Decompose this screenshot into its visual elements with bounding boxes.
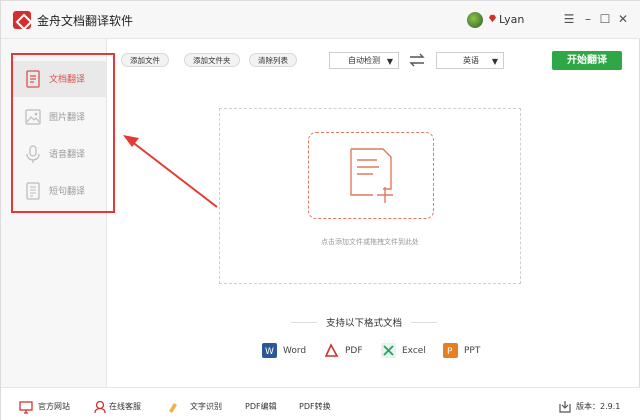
close-icon[interactable]: ✕	[615, 11, 631, 27]
monitor-icon	[19, 399, 33, 414]
microphone-icon	[23, 144, 43, 164]
text-icon	[23, 181, 43, 201]
version-label: 版本：2.9.1	[576, 402, 621, 411]
online-support-label: 在线客服	[109, 402, 141, 411]
sidebar-item-sentence-translate[interactable]: 短句翻译	[13, 173, 107, 209]
drop-hint: 点击添加文件或拖拽文件到此处	[321, 238, 419, 246]
excel-icon	[381, 343, 396, 358]
avatar[interactable]	[467, 12, 483, 28]
sidebar-item-label: 短句翻译	[49, 187, 86, 197]
user-name[interactable]: Lyan	[499, 13, 524, 26]
app-window: 金舟文档翻译软件 Lyan ☰ – ☐ ✕ 文档翻译 图片翻译 语音翻译 短句翻…	[0, 0, 640, 420]
sidebar-item-label: 语音翻译	[49, 150, 86, 160]
file-drop-area[interactable]: 点击添加文件或拖拽文件到此处	[219, 108, 521, 284]
swap-languages-icon[interactable]	[408, 52, 426, 68]
title-bar: 金舟文档翻译软件 Lyan ☰ – ☐ ✕	[1, 1, 640, 39]
format-label: PDF	[345, 346, 363, 356]
sidebar-item-label: 文档翻译	[49, 75, 86, 85]
maximize-icon[interactable]: ☐	[597, 11, 613, 27]
source-language-value: 自动检测	[348, 56, 380, 65]
word-icon: W	[262, 343, 277, 358]
app-logo-icon	[13, 11, 31, 29]
source-language-select[interactable]: 自动检测 ▼	[329, 52, 399, 69]
add-folder-button[interactable]: 添加文件夹	[184, 53, 240, 67]
official-site-label: 官方网站	[38, 402, 70, 411]
clear-list-button[interactable]: 清除列表	[249, 53, 297, 67]
menu-icon[interactable]: ☰	[561, 11, 577, 27]
add-file-dropzone[interactable]	[308, 132, 434, 219]
add-file-button[interactable]: 添加文件	[121, 53, 169, 67]
download-icon	[558, 399, 572, 413]
format-label: Excel	[402, 346, 426, 356]
pdf-icon	[324, 343, 339, 358]
pdf-edit-label: PDF编辑	[245, 402, 277, 411]
target-language-value: 英语	[463, 56, 479, 65]
pdf-convert-label: PDF转换	[299, 402, 331, 411]
document-icon	[23, 69, 43, 89]
start-translate-button[interactable]: 开始翻译	[552, 51, 622, 70]
sidebar-item-label: 图片翻译	[49, 113, 86, 123]
app-title: 金舟文档翻译软件	[37, 14, 134, 28]
chevron-down-icon: ▼	[386, 57, 393, 66]
chevron-down-icon: ▼	[491, 57, 498, 66]
sidebar-item-voice-translate[interactable]: 语音翻译	[13, 136, 107, 172]
minimize-icon[interactable]: –	[580, 11, 596, 27]
ppt-icon: P	[443, 343, 458, 358]
ocr-label: 文字识别	[190, 402, 222, 411]
target-language-select[interactable]: 英语 ▼	[436, 52, 504, 69]
svg-text:W: W	[265, 347, 274, 357]
sidebar-item-image-translate[interactable]: 图片翻译	[13, 99, 107, 135]
sidebar: 文档翻译 图片翻译 语音翻译 短句翻译	[1, 39, 107, 387]
supported-formats-title: 支持以下格式文档	[291, 315, 437, 329]
support-icon	[93, 399, 107, 414]
format-label: PPT	[464, 346, 481, 356]
ocr-icon	[166, 399, 180, 413]
footer-bar: 官方网站 在线客服 文字识别 PDF编辑 PDF转换 版本：2.9.1	[1, 387, 640, 420]
sidebar-item-document-translate[interactable]: 文档翻译	[13, 61, 107, 97]
format-label: Word	[283, 346, 307, 356]
add-document-icon	[350, 148, 393, 203]
image-icon	[23, 107, 43, 127]
svg-text:P: P	[447, 347, 453, 357]
